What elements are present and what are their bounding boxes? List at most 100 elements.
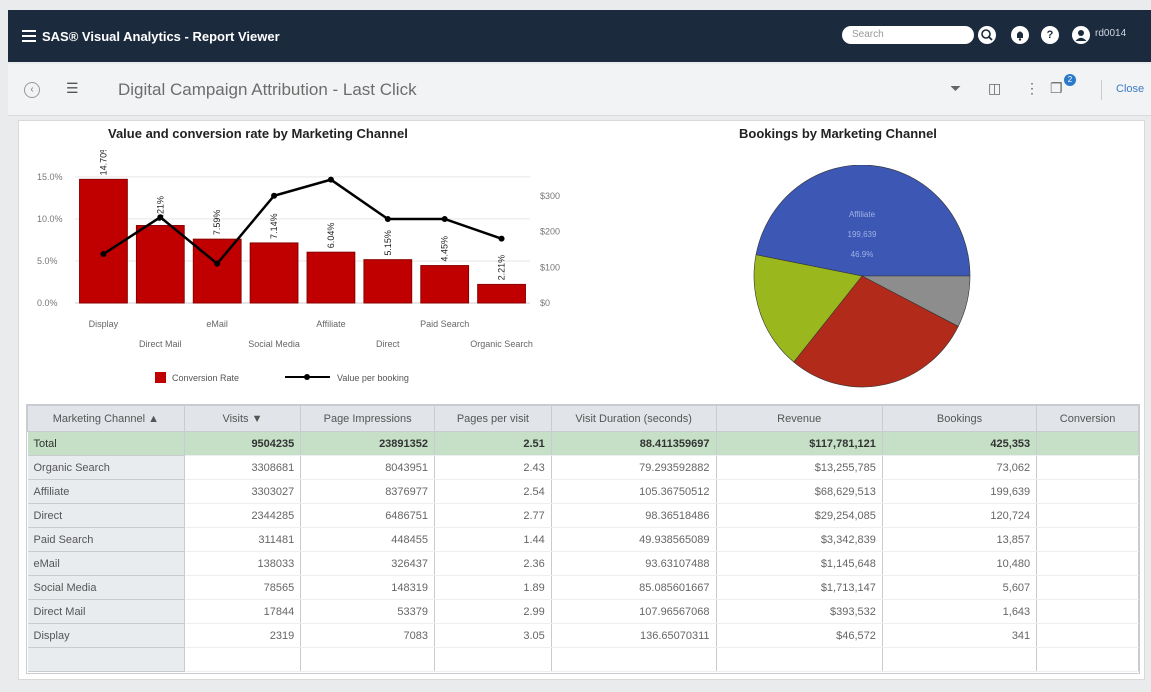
x-tick-label: Display [89, 319, 119, 329]
table-cell: 49.938565089 [551, 527, 717, 552]
line-point[interactable] [271, 192, 278, 199]
column-header[interactable]: Bookings [881, 405, 1038, 432]
y-left-tick: 10.0% [37, 214, 63, 224]
layout-icon[interactable]: ◫ [988, 80, 1001, 97]
combo-chart[interactable]: 0.0% 5.0% 10.0% 15.0% $0 $100 $200 $300 14.70% Di… [20, 150, 580, 400]
table-cell: $117,781,121 [716, 431, 883, 456]
table-cell: 93.63107488 [551, 551, 717, 576]
more-options-icon[interactable]: ⋮ [1025, 80, 1039, 97]
bar[interactable] [79, 178, 128, 304]
x-tick-label: Affiliate [316, 319, 345, 329]
x-tick-label: Social Media [248, 339, 300, 349]
notification-badge: 2 [1064, 74, 1076, 86]
y-left-tick: 0.0% [37, 298, 58, 308]
column-header[interactable]: Visit Duration (seconds) [550, 405, 717, 432]
table-row[interactable]: Direct Mail 17844 53379 2.99 107.96567068 $39… [27, 599, 1139, 624]
line-point[interactable] [498, 235, 505, 242]
table-cell [1036, 527, 1139, 552]
table-cell: $29,254,085 [716, 503, 883, 528]
user-name[interactable]: rd0014 [1095, 28, 1126, 39]
table-cell [1036, 599, 1139, 624]
table-cell: 2.51 [434, 431, 552, 456]
table-cell: 136.65070311 [551, 623, 717, 648]
table-cell: 8376977 [300, 479, 436, 504]
bell-icon[interactable] [1011, 26, 1029, 44]
table-row[interactable]: eMail 138033 326437 2.36 93.63107488 $1,145,6… [27, 551, 1139, 576]
search-input[interactable]: Search [842, 26, 974, 44]
bar[interactable] [477, 283, 526, 304]
column-header[interactable]: Visits ▼ [183, 405, 302, 432]
menu-icon[interactable] [22, 30, 36, 42]
bar-data-label: 2.21% [497, 255, 507, 281]
close-button[interactable]: Close [1116, 83, 1144, 95]
table-cell: 10,480 [882, 551, 1038, 576]
column-header[interactable]: Pages per visit [434, 405, 552, 432]
table-row[interactable]: Affiliate 3303027 8376977 2.54 105.36750512 $… [27, 479, 1139, 504]
table-cell: 3.05 [434, 623, 552, 648]
pie-slice[interactable] [755, 165, 971, 277]
table-cell: 105.36750512 [551, 479, 717, 504]
total-row[interactable]: Total 9504235 23891352 2.51 88.411359697 $117… [27, 431, 1139, 456]
table-cell: $68,629,513 [716, 479, 883, 504]
line-point[interactable] [384, 215, 391, 222]
pie-label-percent: 46.9% [851, 250, 874, 259]
row-label: Social Media [27, 575, 185, 600]
bar[interactable] [306, 251, 356, 304]
pie-chart-title: Bookings by Marketing Channel [739, 126, 937, 141]
table-row[interactable]: Direct 2344285 6486751 2.77 98.36518486 $29,2… [27, 503, 1139, 528]
share-icon[interactable]: ❐ [1050, 80, 1063, 97]
divider [1101, 80, 1102, 100]
report-header: ‹ ☰ Digital Campaign Attribution - Last … [8, 64, 1151, 116]
y-left-tick: 5.0% [37, 256, 58, 266]
table-cell: 17844 [184, 599, 302, 624]
pie-chart[interactable]: Affiliate 199,639 46.9% [740, 165, 1000, 400]
table-cell [1036, 431, 1139, 456]
table-of-contents-icon[interactable]: ☰ [66, 80, 79, 97]
bar-data-label: 14.70% [98, 150, 108, 175]
table-cell: 448455 [300, 527, 436, 552]
column-header[interactable]: Marketing Channel ▲ [27, 405, 185, 432]
table-cell: 73,062 [882, 455, 1038, 480]
line-point[interactable] [214, 260, 221, 267]
column-header[interactable]: Revenue [715, 405, 883, 432]
column-header[interactable]: Page Impressions [300, 405, 436, 432]
report-title: Digital Campaign Attribution - Last Clic… [118, 80, 417, 99]
row-label: eMail [27, 551, 185, 576]
user-icon[interactable] [1072, 26, 1090, 44]
line-point[interactable] [327, 176, 334, 183]
bar[interactable] [135, 225, 185, 304]
pie-label-name: Affiliate [849, 210, 876, 219]
table-cell: $393,532 [716, 599, 883, 624]
bar[interactable] [363, 259, 413, 304]
table-cell: 2.54 [434, 479, 552, 504]
table-cell: 53379 [300, 599, 436, 624]
table-cell [1036, 503, 1139, 528]
bar[interactable] [249, 242, 299, 304]
table-row[interactable]: Social Media 78565 148319 1.89 85.085601667 $… [27, 575, 1139, 600]
bar-data-label: 7.14% [269, 213, 279, 239]
table-cell: 88.411359697 [551, 431, 717, 456]
table-cell: 5,607 [882, 575, 1038, 600]
help-icon[interactable]: ? [1041, 26, 1059, 44]
data-table[interactable]: Marketing Channel ▲ Visits ▼ Page Impressi… [26, 404, 1140, 674]
bar-data-label: 5.15% [383, 230, 393, 256]
back-icon[interactable]: ‹ [24, 82, 40, 98]
table-row[interactable]: Paid Search 311481 448455 1.44 49.938565089 $… [27, 527, 1139, 552]
line-point[interactable] [100, 251, 107, 258]
search-icon[interactable] [978, 26, 996, 44]
table-cell: 9504235 [184, 431, 302, 456]
x-tick-label: Paid Search [420, 319, 469, 329]
bar-data-label: 6.04% [326, 223, 336, 249]
table-cell: 1.89 [434, 575, 552, 600]
table-row[interactable]: Display 2319 7083 3.05 136.65070311 $46,572 34… [27, 623, 1139, 648]
bar[interactable] [420, 265, 470, 304]
y-right-tick: $0 [540, 298, 550, 308]
filter-icon[interactable]: ⏷ [950, 80, 961, 97]
table-row[interactable]: Organic Search 3308681 8043951 2.43 79.29359… [27, 455, 1139, 480]
table-cell: $1,713,147 [716, 575, 883, 600]
column-header[interactable]: Conversion [1036, 405, 1139, 432]
table-cell [434, 647, 552, 672]
y-right-tick: $100 [540, 262, 560, 272]
line-point[interactable] [441, 215, 448, 222]
line-point[interactable] [157, 214, 164, 221]
